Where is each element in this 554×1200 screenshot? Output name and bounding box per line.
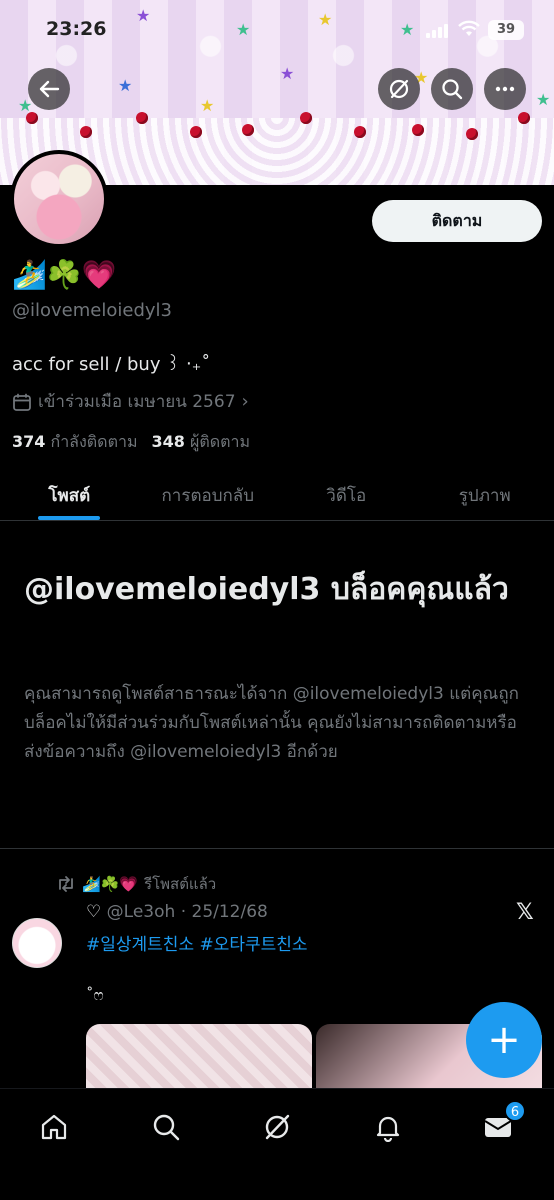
banner-cherry bbox=[136, 112, 148, 124]
joined-text: เข้าร่วมเมือ เมษายน 2567 bbox=[38, 392, 236, 412]
following-label: กำลังติดตาม bbox=[50, 432, 138, 451]
repost-indicator: 🏄‍♂️☘️💗 รีโพสต์แล้ว bbox=[56, 872, 216, 896]
banner-star: ★ bbox=[118, 76, 133, 95]
post-text: ˚ෆ bbox=[86, 986, 104, 1004]
status-bar: 23:26 39 bbox=[0, 0, 554, 60]
banner-cherry bbox=[80, 126, 92, 138]
blocked-title: @ilovemeloiedyl3 บล็อคคุณแล้ว bbox=[24, 572, 509, 607]
grok-button[interactable] bbox=[378, 68, 420, 110]
profile-avatar[interactable] bbox=[10, 150, 108, 248]
banner-cherry bbox=[466, 128, 478, 140]
home-icon bbox=[41, 1114, 67, 1140]
divider bbox=[0, 848, 554, 849]
more-button[interactable] bbox=[484, 68, 526, 110]
follow-button[interactable]: ติดตาม bbox=[372, 200, 542, 242]
tab-replies[interactable]: การตอบกลับ bbox=[139, 466, 278, 520]
nav-search[interactable] bbox=[146, 1107, 186, 1147]
battery-icon: 39 bbox=[488, 20, 524, 40]
wifi-icon bbox=[458, 20, 480, 36]
x-logo-icon: 𝕏 bbox=[516, 900, 534, 925]
grok-icon bbox=[389, 79, 409, 99]
status-time: 23:26 bbox=[46, 18, 107, 40]
repost-icon bbox=[59, 876, 73, 892]
follow-stats: 374 กำลังติดตาม 348 ผู้ติดตาม bbox=[12, 430, 250, 455]
calendar-icon bbox=[13, 393, 31, 411]
compose-button[interactable]: + bbox=[466, 1002, 542, 1078]
chevron-right-icon: › bbox=[241, 391, 249, 412]
profile-handle: @ilovemeloiedyl3 bbox=[12, 300, 172, 321]
nav-home[interactable] bbox=[34, 1107, 74, 1147]
post-date: 25/12/68 bbox=[191, 902, 268, 922]
followers-stat[interactable]: 348 ผู้ติดตาม bbox=[152, 430, 251, 455]
joined-date[interactable]: เข้าร่วมเมือ เมษายน 2567 › bbox=[12, 388, 249, 415]
repost-by: 🏄‍♂️☘️💗 bbox=[82, 875, 139, 893]
followers-label: ผู้ติดตาม bbox=[190, 432, 251, 451]
banner-cherry bbox=[300, 112, 312, 124]
tab-videos[interactable]: วิดีโอ bbox=[277, 466, 416, 520]
post-author-handle: @Le3oh bbox=[106, 902, 176, 922]
more-icon bbox=[495, 86, 515, 92]
profile-tabs: โพสต์ การตอบกลับ วิดีโอ รูปภาพ bbox=[0, 466, 554, 521]
followers-count: 348 bbox=[151, 432, 185, 451]
repost-label: รีโพสต์แล้ว bbox=[144, 875, 217, 893]
tab-posts[interactable]: โพสต์ bbox=[0, 466, 139, 520]
nav-notifications[interactable] bbox=[368, 1107, 408, 1147]
bell-icon bbox=[376, 1116, 400, 1142]
banner-cherry bbox=[518, 112, 530, 124]
search-icon bbox=[442, 79, 463, 100]
post-media-image[interactable] bbox=[86, 1024, 312, 1090]
banner-star: ★ bbox=[280, 64, 295, 83]
post-header: ♡ @Le3oh · 25/12/68 bbox=[86, 902, 268, 922]
post-separator: · bbox=[180, 902, 187, 922]
banner-cherry bbox=[412, 124, 424, 136]
search-button[interactable] bbox=[431, 68, 473, 110]
banner-star: ★ bbox=[536, 90, 551, 109]
bottom-navigation bbox=[0, 1088, 554, 1200]
back-button[interactable] bbox=[28, 68, 70, 110]
nav-grok[interactable] bbox=[257, 1107, 297, 1147]
arrow-left-icon bbox=[39, 80, 60, 98]
following-stat[interactable]: 374 กำลังติดตาม bbox=[12, 430, 138, 455]
tab-photos[interactable]: รูปภาพ bbox=[416, 466, 554, 520]
profile-bio: acc for sell / buy ꒱ ‧₊˚ bbox=[12, 354, 211, 375]
display-name: 🏄‍♂️☘️💗 bbox=[12, 258, 117, 291]
grok-icon bbox=[265, 1114, 290, 1140]
post-hashtags[interactable]: #일상계트친소 #오타쿠트친소 bbox=[86, 930, 308, 955]
post-author-name[interactable]: ♡ bbox=[86, 902, 101, 922]
banner-star: ★ bbox=[200, 96, 215, 115]
banner-cherry bbox=[190, 126, 202, 138]
search-icon bbox=[153, 1114, 180, 1141]
banner-cherry bbox=[354, 126, 366, 138]
cellular-signal-icon bbox=[426, 24, 448, 38]
banner-cherry bbox=[242, 124, 254, 136]
blocked-description: คุณสามารถดูโพสต์สาธารณะได้จาก @ilovemelo… bbox=[24, 684, 519, 762]
banner-star: ★ bbox=[18, 96, 33, 115]
following-count: 374 bbox=[12, 432, 46, 451]
post-author-avatar[interactable] bbox=[12, 918, 62, 968]
messages-badge: 6 bbox=[504, 1100, 526, 1122]
